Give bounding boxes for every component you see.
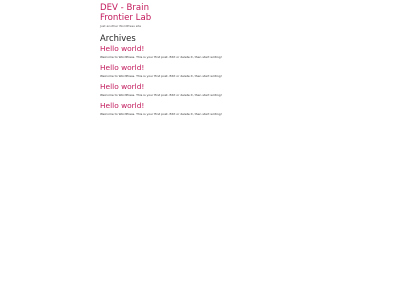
post-excerpt: Welcome to WordPress. This is your first… bbox=[100, 74, 222, 78]
site-tagline: Just another WordPress site bbox=[100, 24, 142, 28]
post-item: Hello world! Welcome to WordPress. This … bbox=[100, 44, 340, 60]
site-header: DEV - Brain Frontier Lab Just another Wo… bbox=[100, 3, 340, 28]
post-excerpt: Welcome to WordPress. This is your first… bbox=[100, 112, 222, 116]
archive-main: Archives Hello world! Welcome to WordPre… bbox=[100, 33, 340, 117]
post-title-link[interactable]: Hello world! bbox=[100, 82, 340, 92]
post-excerpt: Welcome to WordPress. This is your first… bbox=[100, 55, 222, 59]
post-item: Hello world! Welcome to WordPress. This … bbox=[100, 82, 340, 98]
post-title-link[interactable]: Hello world! bbox=[100, 63, 340, 73]
post-item: Hello world! Welcome to WordPress. This … bbox=[100, 101, 340, 117]
post-title-link[interactable]: Hello world! bbox=[100, 101, 340, 111]
site-container: DEV - Brain Frontier Lab Just another Wo… bbox=[100, 3, 340, 117]
archive-heading: Archives bbox=[100, 33, 136, 43]
post-title-link[interactable]: Hello world! bbox=[100, 44, 340, 54]
post-excerpt: Welcome to WordPress. This is your first… bbox=[100, 93, 222, 97]
site-title-link[interactable]: DEV - Brain Frontier Lab bbox=[100, 3, 170, 23]
post-item: Hello world! Welcome to WordPress. This … bbox=[100, 63, 340, 79]
